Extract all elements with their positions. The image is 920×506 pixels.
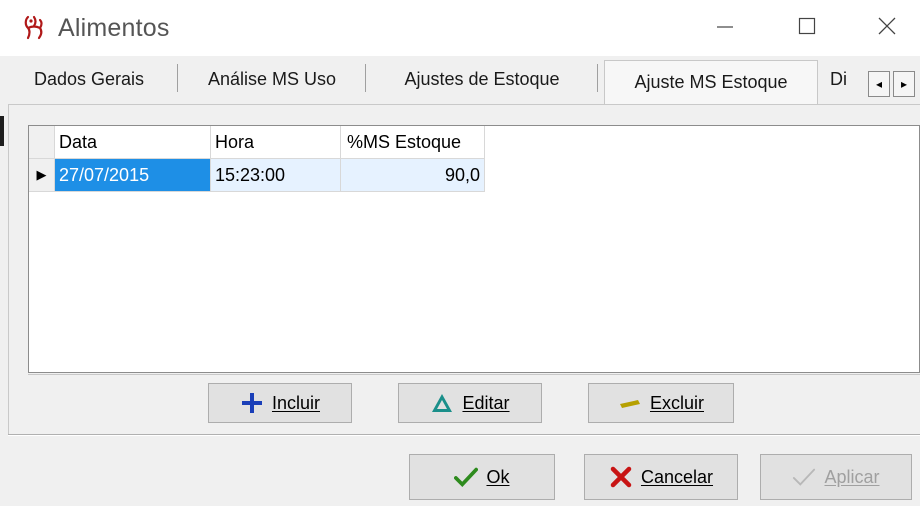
- cell-value: 27/07/2015: [59, 164, 150, 185]
- app-logo-icon: [20, 12, 50, 42]
- maximize-icon: [797, 16, 817, 41]
- column-header-data[interactable]: Data: [55, 126, 211, 159]
- column-header-label: %MS Estoque: [347, 131, 462, 152]
- plus-cross-icon: [240, 391, 264, 415]
- ok-label: Ok: [486, 466, 510, 487]
- title-bar: Alimentos: [0, 0, 920, 56]
- editar-button[interactable]: Editar: [398, 383, 542, 423]
- tab-scroll-left-button[interactable]: ◂: [868, 71, 890, 97]
- x-icon: [609, 465, 633, 489]
- tab-label: Ajuste MS Estoque: [634, 72, 788, 92]
- tab-di[interactable]: Di: [826, 56, 866, 103]
- minus-bar-icon: [618, 391, 642, 415]
- column-header-label: Data: [59, 131, 98, 152]
- tab-label: Dados Gerais: [33, 69, 145, 89]
- minimize-icon: [715, 16, 735, 41]
- cell-ms-estoque[interactable]: 90,0: [341, 159, 485, 192]
- incluir-button[interactable]: Incluir: [208, 383, 352, 423]
- tab-dados-gerais[interactable]: Dados Gerais: [0, 56, 178, 103]
- ok-button[interactable]: Ok: [409, 454, 555, 500]
- column-header-hora[interactable]: Hora: [211, 126, 341, 159]
- column-header-label: Hora: [215, 131, 255, 152]
- tab-ajustes-de-estoque[interactable]: Ajustes de Estoque: [366, 56, 598, 103]
- aplicar-button[interactable]: Aplicar: [760, 454, 912, 500]
- cell-value: 15:23:00: [215, 164, 286, 185]
- tab-scroll-right-button[interactable]: ▸: [893, 71, 915, 97]
- column-header-ms-estoque[interactable]: %MS Estoque: [341, 126, 485, 159]
- tab-label: Di: [830, 69, 847, 89]
- check-icon: [454, 465, 479, 489]
- cell-hora[interactable]: 15:23:00: [211, 159, 341, 192]
- excluir-label: Excluir: [649, 392, 704, 413]
- tab-strip: Dados Gerais Análise MS Uso Ajustes de E…: [0, 56, 920, 104]
- tab-label: Ajustes de Estoque: [404, 69, 560, 89]
- close-icon: [876, 15, 898, 42]
- maximize-button[interactable]: [776, 0, 838, 56]
- window-title: Alimentos: [58, 14, 170, 42]
- arrow-right-icon: ▸: [900, 77, 908, 91]
- tab-label: Análise MS Uso: [207, 69, 337, 89]
- row-indicator: ▶: [29, 159, 55, 192]
- arrow-left-icon: ◂: [875, 77, 883, 91]
- incluir-label: Incluir: [271, 392, 320, 413]
- editar-label: Editar: [462, 392, 510, 413]
- cell-data[interactable]: 27/07/2015: [55, 159, 211, 192]
- data-grid[interactable]: Data Hora %MS Estoque ▶ 27/07/2015 15:23…: [28, 125, 920, 373]
- tab-analise-ms-uso[interactable]: Análise MS Uso: [178, 56, 366, 103]
- tab-ajuste-ms-estoque[interactable]: Ajuste MS Estoque: [604, 60, 818, 104]
- current-row-arrow-icon: ▶: [36, 167, 47, 182]
- row-indicator-header: [29, 126, 55, 159]
- cancelar-label: Cancelar: [640, 466, 714, 487]
- grid-header-row: Data Hora %MS Estoque: [29, 126, 485, 159]
- close-button[interactable]: [856, 0, 918, 56]
- excluir-button[interactable]: Excluir: [588, 383, 734, 423]
- separator: [8, 434, 920, 436]
- triangle-icon: [430, 391, 454, 415]
- cell-value: 90,0: [444, 164, 480, 185]
- window-edge: [0, 116, 4, 146]
- table-row[interactable]: ▶ 27/07/2015 15:23:00 90,0: [29, 159, 485, 192]
- aplicar-label: Aplicar: [824, 466, 880, 487]
- check-disabled-icon: [792, 465, 816, 489]
- cancelar-button[interactable]: Cancelar: [584, 454, 738, 500]
- minimize-button[interactable]: [694, 0, 756, 56]
